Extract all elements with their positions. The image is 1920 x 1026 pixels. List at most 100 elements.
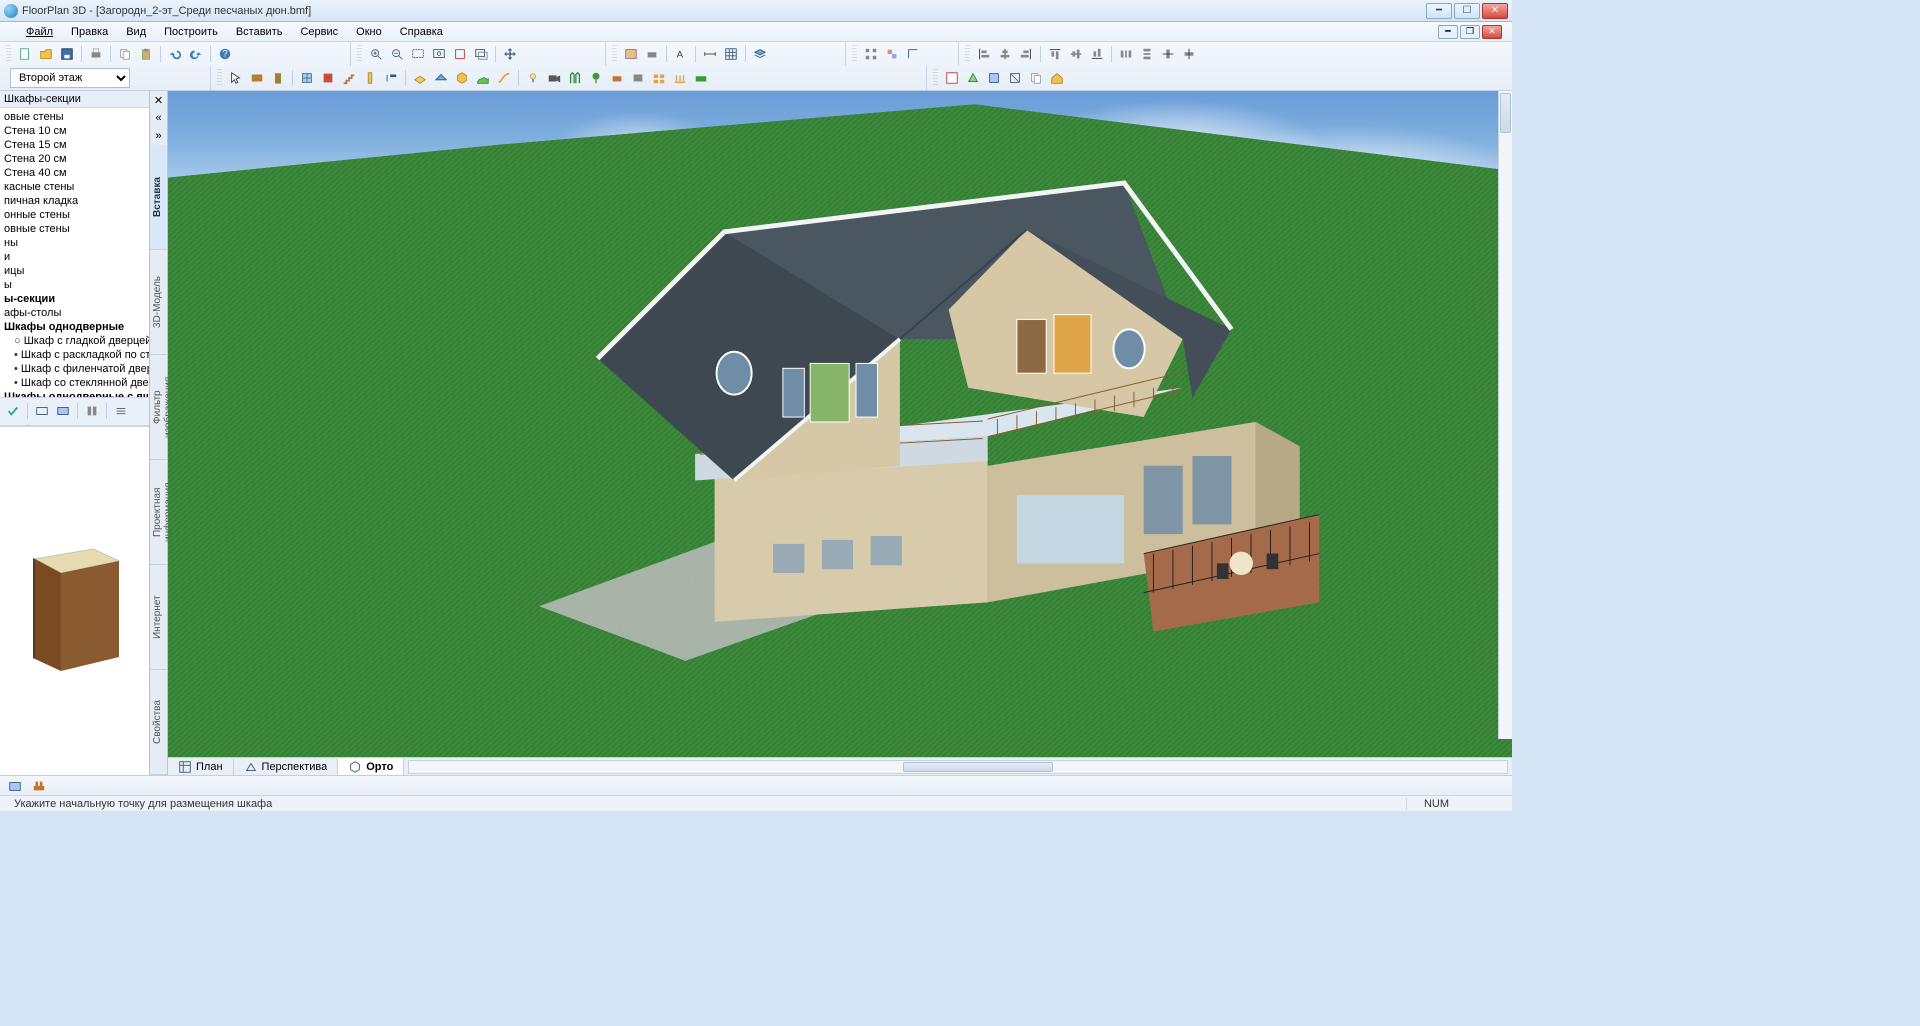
mdi-close-button[interactable]: ✕ (1482, 25, 1502, 39)
catalog-item[interactable]: Стена 20 см (0, 152, 149, 166)
slab-button[interactable] (411, 69, 429, 87)
close-button[interactable]: ✕ (1482, 3, 1508, 19)
panel-btn-3[interactable] (54, 402, 72, 420)
dim-button[interactable] (701, 45, 719, 63)
layers-button[interactable] (751, 45, 769, 63)
view-tab-perspective[interactable]: Перспектива (234, 759, 339, 775)
align-top-button[interactable] (1046, 45, 1064, 63)
catalog-item[interactable]: Шкаф со стеклянной дверцей (0, 376, 149, 390)
catalog-item[interactable]: и (0, 250, 149, 264)
undo-button[interactable] (166, 45, 184, 63)
pan-button[interactable] (501, 45, 519, 63)
menu-help[interactable]: Справка (392, 24, 451, 40)
menu-insert[interactable]: Вставить (228, 24, 291, 40)
center-h-button[interactable] (1159, 45, 1177, 63)
print-button[interactable] (87, 45, 105, 63)
grid-button[interactable] (722, 45, 740, 63)
help-button[interactable]: ? (216, 45, 234, 63)
panel-btn-1[interactable] (4, 402, 22, 420)
bottom-btn-2[interactable] (30, 777, 48, 795)
menu-window[interactable]: Окно (348, 24, 390, 40)
menu-file[interactable]: Файл (18, 24, 61, 40)
pointer-button[interactable] (227, 69, 245, 87)
menu-view[interactable]: Вид (118, 24, 154, 40)
tiles-button[interactable] (650, 69, 668, 87)
view-elev-button[interactable] (985, 69, 1003, 87)
distribute-h-button[interactable] (1117, 45, 1135, 63)
roof-button[interactable] (432, 69, 450, 87)
beam-button[interactable]: I (382, 69, 400, 87)
align-bottom-button[interactable] (1088, 45, 1106, 63)
catalog-item[interactable]: Стена 15 см (0, 138, 149, 152)
catalog-item[interactable]: Шкафы однодверные (0, 320, 149, 334)
floor-select[interactable]: Второй этаж (10, 68, 130, 88)
panel-btn-5[interactable] (112, 402, 130, 420)
deck-button[interactable] (692, 69, 710, 87)
catalog-item[interactable]: Стена 10 см (0, 124, 149, 138)
object-button[interactable] (453, 69, 471, 87)
catalog-item[interactable]: Стена 40 см (0, 166, 149, 180)
catalog-item[interactable]: Шкафы однодверные с ящиком (0, 390, 149, 398)
view-plan-button[interactable] (943, 69, 961, 87)
scroll-thumb[interactable] (903, 762, 1053, 772)
open-button[interactable] (37, 45, 55, 63)
new-button[interactable] (16, 45, 34, 63)
vertical-scrollbar[interactable] (1498, 91, 1512, 739)
rail-down-button[interactable]: » (151, 128, 167, 144)
menu-build[interactable]: Построить (156, 24, 226, 40)
align-right-button[interactable] (1017, 45, 1035, 63)
stairs-button[interactable] (340, 69, 358, 87)
rail-tab-3dmodel[interactable]: 3D-Модель (150, 250, 167, 355)
catalog-item[interactable]: пичная кладка (0, 194, 149, 208)
catalog-item[interactable]: овые стены (0, 110, 149, 124)
menu-edit[interactable]: Правка (63, 24, 116, 40)
camera-button[interactable] (545, 69, 563, 87)
save-button[interactable] (58, 45, 76, 63)
zoom-out-button[interactable] (388, 45, 406, 63)
view-home-button[interactable] (1048, 69, 1066, 87)
fence2-button[interactable] (671, 69, 689, 87)
window-button[interactable] (298, 69, 316, 87)
zoom-in-button[interactable] (367, 45, 385, 63)
catalog-item[interactable]: онные стены (0, 208, 149, 222)
path-button[interactable] (495, 69, 513, 87)
zoom-sel-button[interactable] (451, 45, 469, 63)
catalog-item[interactable]: ицы (0, 264, 149, 278)
furn1-button[interactable] (608, 69, 626, 87)
light-button[interactable] (524, 69, 542, 87)
horizontal-scrollbar[interactable] (408, 760, 1508, 774)
paste-button[interactable] (137, 45, 155, 63)
print3d-button[interactable] (643, 45, 661, 63)
panel-btn-2[interactable] (33, 402, 51, 420)
catalog-item[interactable]: Шкаф с гладкой дверцей (0, 334, 149, 348)
catalog-tree[interactable]: овые стеныСтена 10 смСтена 15 смСтена 20… (0, 108, 149, 398)
ortho-button[interactable] (904, 45, 922, 63)
catalog-item[interactable]: овные стены (0, 222, 149, 236)
copy-button[interactable] (116, 45, 134, 63)
rail-close-button[interactable]: ✕ (151, 92, 167, 108)
terrain-button[interactable] (474, 69, 492, 87)
distribute-v-button[interactable] (1138, 45, 1156, 63)
view-section-button[interactable] (1006, 69, 1024, 87)
menu-service[interactable]: Сервис (292, 24, 346, 40)
render-button[interactable] (622, 45, 640, 63)
rail-up-button[interactable]: « (151, 110, 167, 126)
redo-button[interactable] (187, 45, 205, 63)
catalog-item[interactable]: ны (0, 236, 149, 250)
furn2-button[interactable] (629, 69, 647, 87)
panel-btn-4[interactable] (83, 402, 101, 420)
scroll-thumb[interactable] (1500, 93, 1511, 133)
catalog-item[interactable]: ы-секции (0, 292, 149, 306)
plant-button[interactable] (587, 69, 605, 87)
catalog-item[interactable]: ы (0, 278, 149, 292)
view-tab-plan[interactable]: План (168, 759, 234, 775)
snap-grid-button[interactable] (862, 45, 880, 63)
align-middle-button[interactable] (1067, 45, 1085, 63)
center-v-button[interactable] (1180, 45, 1198, 63)
catalog-item[interactable]: афы-столы (0, 306, 149, 320)
column-button[interactable] (361, 69, 379, 87)
bottom-btn-1[interactable] (6, 777, 24, 795)
opening-button[interactable] (319, 69, 337, 87)
view-copy-button[interactable] (1027, 69, 1045, 87)
catalog-item[interactable]: касные стены (0, 180, 149, 194)
